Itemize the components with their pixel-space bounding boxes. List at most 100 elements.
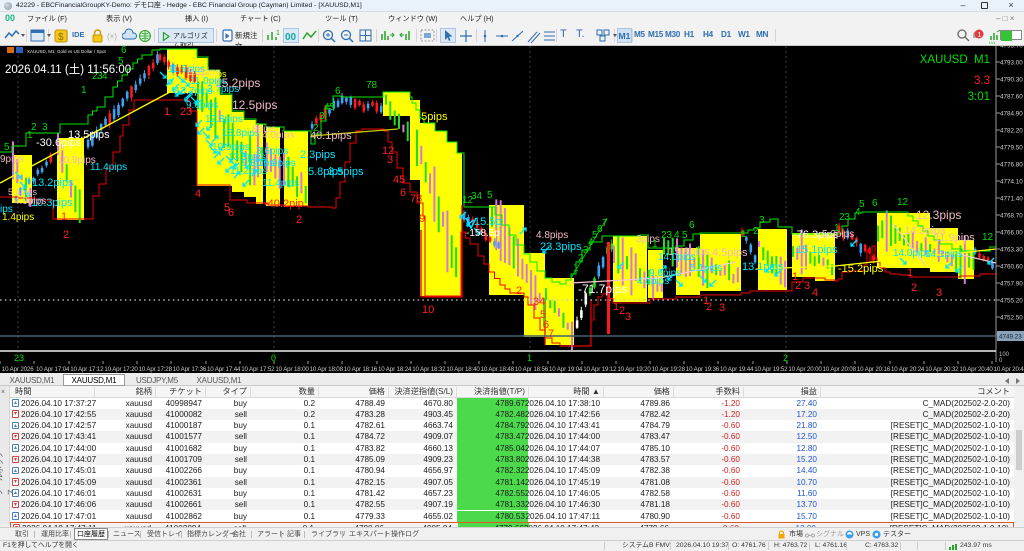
svg-text:23.3pips: 23.3pips — [540, 241, 582, 253]
svg-text:1: 1 — [164, 106, 170, 118]
svg-text:10 Apr 19:52: 10 Apr 19:52 — [754, 366, 788, 373]
svg-text:15.1pips: 15.1pips — [796, 244, 838, 256]
svg-text:4: 4 — [674, 230, 680, 241]
svg-text:4.5pips: 4.5pips — [712, 247, 748, 259]
svg-text:10 Apr 19:12: 10 Apr 19:12 — [583, 366, 617, 373]
svg-text:10 Apr 17:28: 10 Apr 17:28 — [139, 366, 173, 373]
svg-text:10 Apr 20:40: 10 Apr 20:40 — [959, 366, 993, 373]
svg-text:4.9pips: 4.9pips — [14, 196, 46, 207]
svg-text:7: 7 — [602, 218, 608, 229]
svg-text:3: 3 — [387, 154, 393, 166]
svg-text:5: 5 — [487, 190, 493, 201]
svg-text:6: 6 — [400, 187, 406, 199]
svg-text:6: 6 — [872, 198, 878, 209]
svg-text:9pips: 9pips — [0, 154, 24, 165]
svg-text:-71.7pips: -71.7pips — [578, 282, 627, 296]
svg-text:4766.00: 4766.00 — [1000, 230, 1023, 237]
svg-text:1: 1 — [527, 353, 532, 363]
svg-text:5: 5 — [682, 230, 688, 241]
svg-text:4760.60: 4760.60 — [1000, 264, 1023, 271]
svg-text:1: 1 — [741, 229, 747, 240]
svg-text:2: 2 — [795, 280, 801, 292]
svg-text:4776.80: 4776.80 — [1000, 162, 1023, 169]
svg-text:12.3pips: 12.3pips — [916, 208, 961, 222]
svg-text:10 Apr 18:40: 10 Apr 18:40 — [446, 366, 480, 373]
svg-text:4784.90: 4784.90 — [1000, 111, 1023, 118]
svg-text:23: 23 — [839, 212, 851, 223]
svg-text:10: 10 — [422, 304, 434, 316]
svg-text:-30.6pips: -30.6pips — [36, 137, 82, 149]
svg-text:2: 2 — [911, 282, 917, 294]
svg-text:2: 2 — [296, 214, 302, 226]
svg-text:5.4pips: 5.4pips — [8, 187, 38, 197]
svg-text:45: 45 — [324, 102, 336, 113]
svg-text:1: 1 — [652, 239, 658, 250]
svg-text:4752.50: 4752.50 — [1000, 315, 1023, 322]
svg-text:3: 3 — [936, 287, 942, 299]
svg-text:10 Apr 17:04: 10 Apr 17:04 — [36, 366, 70, 373]
svg-text:10 Apr 18:00: 10 Apr 18:00 — [275, 366, 309, 373]
svg-text:14.1pips: 14.1pips — [925, 249, 963, 260]
svg-text:78: 78 — [366, 80, 378, 91]
svg-text:1: 1 — [81, 85, 87, 96]
svg-text:4782.20: 4782.20 — [1000, 128, 1023, 135]
svg-text:1: 1 — [276, 30, 280, 37]
svg-text:10 Apr 18:48: 10 Apr 18:48 — [481, 366, 515, 373]
svg-text:2: 2 — [63, 229, 69, 241]
svg-text:3.3: 3.3 — [974, 75, 990, 87]
svg-text:3: 3 — [759, 215, 765, 226]
svg-text:1: 1 — [907, 267, 913, 279]
svg-text:10 Apr 19:44: 10 Apr 19:44 — [720, 366, 754, 373]
svg-text:11.4pips: 11.4pips — [262, 178, 299, 189]
svg-text:6: 6 — [335, 86, 341, 97]
svg-text:-40.2pip: -40.2pip — [264, 198, 304, 210]
svg-text:LVL: LVL — [989, 40, 997, 44]
svg-text:10 Apr 20:08: 10 Apr 20:08 — [823, 366, 857, 373]
svg-text:(×): (×) — [107, 32, 117, 41]
svg-text:2: 2 — [516, 285, 522, 297]
svg-text:1: 1 — [834, 223, 840, 234]
svg-text:4: 4 — [812, 287, 818, 299]
svg-text:3: 3 — [625, 311, 631, 323]
svg-text:5.1pips: 5.1pips — [690, 263, 722, 274]
svg-text:10 Apr 2026: 10 Apr 2026 — [2, 366, 34, 373]
svg-text:1: 1 — [978, 32, 982, 39]
svg-text:3: 3 — [719, 302, 725, 314]
svg-text:6: 6 — [121, 46, 127, 56]
svg-text:23: 23 — [14, 353, 24, 363]
svg-text:5: 5 — [4, 142, 10, 153]
svg-text:10 Apr 18:16: 10 Apr 18:16 — [344, 366, 378, 373]
svg-text:XAUUSD M1: XAUUSD M1 — [920, 54, 990, 66]
svg-text:7: 7 — [548, 328, 554, 340]
svg-text:9: 9 — [419, 213, 425, 225]
svg-text:13.2pips: 13.2pips — [32, 177, 74, 189]
svg-text:4793.00: 4793.00 — [1000, 60, 1023, 67]
svg-text:2: 2 — [706, 301, 712, 313]
svg-text:1: 1 — [61, 211, 67, 223]
svg-text:3: 3 — [42, 122, 48, 133]
svg-text:2: 2 — [753, 226, 759, 237]
svg-text:4749.23: 4749.23 — [999, 334, 1022, 341]
svg-text:34: 34 — [471, 191, 483, 202]
svg-text:12.8pips: 12.8pips — [205, 114, 243, 125]
svg-text:$: $ — [58, 32, 64, 43]
svg-text:23: 23 — [661, 230, 673, 241]
svg-text:4790.30: 4790.30 — [1000, 77, 1023, 84]
svg-text:-15.2pips: -15.2pips — [838, 263, 884, 275]
svg-text:6: 6 — [228, 207, 234, 219]
svg-text:4795.70: 4795.70 — [1000, 46, 1023, 50]
svg-text:10 Apr 18:08: 10 Apr 18:08 — [310, 366, 344, 373]
svg-text:-158.5p: -158.5p — [466, 228, 500, 239]
svg-text:16.9pips: 16.9pips — [258, 158, 296, 169]
svg-text:10 Apr 17:36: 10 Apr 17:36 — [173, 366, 207, 373]
svg-text:3.6pips: 3.6pips — [256, 146, 288, 157]
svg-text:10 Apr 17:52: 10 Apr 17:52 — [241, 366, 275, 373]
svg-text:10 Apr 20:48: 10 Apr 20:48 — [994, 366, 1024, 373]
svg-text:14.0pips: 14.0pips — [658, 252, 696, 263]
svg-text:10 Apr 18:56: 10 Apr 18:56 — [515, 366, 549, 373]
svg-text:15.5p: 15.5p — [474, 216, 502, 228]
svg-text:3:01: 3:01 — [968, 91, 990, 103]
svg-text:6: 6 — [689, 220, 695, 231]
svg-text:45: 45 — [393, 174, 405, 186]
svg-text:4787.60: 4787.60 — [1000, 94, 1023, 101]
